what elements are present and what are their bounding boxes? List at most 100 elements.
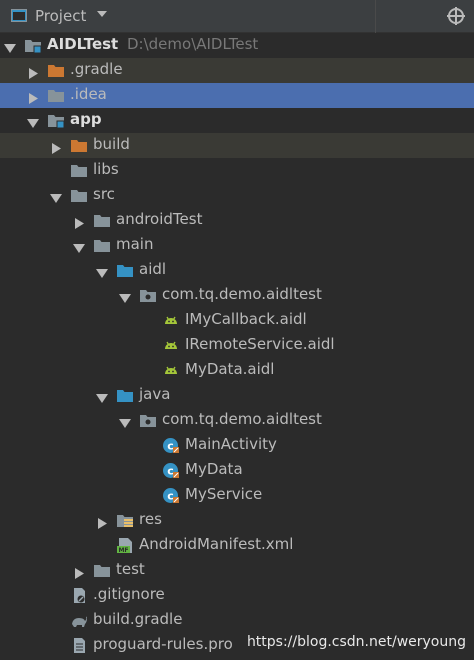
expanded-arrow-icon[interactable] <box>73 240 85 253</box>
svg-text:c: c <box>167 465 174 478</box>
tree-row-mydata-aidl[interactable]: MyData.aidl <box>0 358 474 383</box>
watermark: https://blog.csdn.net/weryoung <box>246 634 466 650</box>
tree-row-myservice[interactable]: c MyService <box>0 483 474 508</box>
tree-row-label: res <box>139 510 162 528</box>
folder-icon <box>47 87 65 104</box>
tree-row-main[interactable]: main <box>0 233 474 258</box>
expanded-arrow-icon[interactable] <box>96 265 108 278</box>
tree-row-label: AndroidManifest.xml <box>139 535 294 553</box>
tree-row-aidltest[interactable]: AIDLTest D:\demo\AIDLTest <box>0 33 474 58</box>
expanded-arrow-icon[interactable] <box>50 190 62 203</box>
tree-row-label: main <box>116 235 154 253</box>
tree-row-mydata[interactable]: c MyData <box>0 458 474 483</box>
orange-folder-icon <box>47 62 65 79</box>
class-icon: c <box>162 437 180 454</box>
folder-icon <box>93 562 111 579</box>
tree-row-label: test <box>116 560 145 578</box>
tree-row-label: libs <box>93 160 119 178</box>
tree-row-label: com.tq.demo.aidltest <box>162 410 322 428</box>
tree-row-gitignore[interactable]: .gitignore <box>0 583 474 608</box>
tree-row-label: MainActivity <box>185 435 277 453</box>
expanded-arrow-icon[interactable] <box>4 40 16 53</box>
orange-folder-icon <box>70 137 88 154</box>
gradle-icon <box>70 612 88 629</box>
tree-row-iremoteservice-aidl[interactable]: IRemoteService.aidl <box>0 333 474 358</box>
package-icon <box>139 412 157 429</box>
expanded-arrow-icon[interactable] <box>96 390 108 403</box>
module-folder-icon <box>24 37 42 54</box>
tree-row-label: AIDLTest <box>47 35 119 53</box>
locate-target-icon[interactable] <box>446 6 466 26</box>
project-window-icon <box>11 9 27 22</box>
collapsed-arrow-icon[interactable] <box>50 140 62 154</box>
folder-icon <box>93 237 111 254</box>
project-path: D:\demo\AIDLTest <box>127 35 259 53</box>
file-icon <box>70 637 88 654</box>
tree-row-build[interactable]: build <box>0 133 474 158</box>
tree-row-label: .gradle <box>70 60 123 78</box>
tree-row-res[interactable]: res <box>0 508 474 533</box>
class-icon: c <box>162 462 180 479</box>
tree-row-label: MyService <box>185 485 263 503</box>
tree-row-label: proguard-rules.pro <box>93 635 233 653</box>
res-folder-icon <box>116 512 134 529</box>
expanded-arrow-icon[interactable] <box>119 415 131 428</box>
tree-row-gradle[interactable]: .gradle <box>0 58 474 83</box>
android-icon <box>162 337 180 354</box>
folder-icon <box>70 187 88 204</box>
folder-icon <box>93 212 111 229</box>
panel-title[interactable]: Project <box>35 7 86 25</box>
tree-row-label: .idea <box>70 85 107 103</box>
tree-row-label: IRemoteService.aidl <box>185 335 335 353</box>
tree-row-label: com.tq.demo.aidltest <box>162 285 322 303</box>
tree-row-com-tq-demo-aidltest[interactable]: com.tq.demo.aidltest <box>0 408 474 433</box>
tree-row-imycallback-aidl[interactable]: IMyCallback.aidl <box>0 308 474 333</box>
class-icon: c <box>162 487 180 504</box>
collapsed-arrow-icon[interactable] <box>27 65 39 79</box>
module-folder-icon <box>47 112 65 129</box>
tree-row-label: app <box>70 110 102 128</box>
tree-row-build-gradle[interactable]: build.gradle <box>0 608 474 633</box>
android-icon <box>162 362 180 379</box>
tree-row-java[interactable]: java <box>0 383 474 408</box>
tree-row-label: aidl <box>139 260 167 278</box>
tree-row-mainactivity[interactable]: c MainActivity <box>0 433 474 458</box>
header-divider <box>375 0 376 33</box>
tree-row-label: MyData <box>185 460 243 478</box>
blue-folder-icon <box>116 262 134 279</box>
android-icon <box>162 312 180 329</box>
expanded-arrow-icon[interactable] <box>27 115 39 128</box>
tree-row-androidmanifest-xml[interactable]: MF AndroidManifest.xml <box>0 533 474 558</box>
svg-text:c: c <box>167 490 174 503</box>
manifest-icon: MF <box>116 537 134 554</box>
project-panel-header: Project <box>0 0 474 33</box>
collapsed-arrow-icon[interactable] <box>96 515 108 529</box>
collapsed-arrow-icon[interactable] <box>73 215 85 229</box>
tree-row-libs[interactable]: libs <box>0 158 474 183</box>
blue-folder-icon <box>116 387 134 404</box>
folder-icon <box>70 162 88 179</box>
tree-row-label: MyData.aidl <box>185 360 275 378</box>
expanded-arrow-icon[interactable] <box>119 290 131 303</box>
svg-text:MF: MF <box>118 547 128 554</box>
tree-row-label: java <box>139 385 171 403</box>
package-icon <box>139 287 157 304</box>
svg-text:c: c <box>167 440 174 453</box>
tree-row-app[interactable]: app <box>0 108 474 133</box>
collapsed-arrow-icon[interactable] <box>27 90 39 104</box>
tree-row-androidtest[interactable]: androidTest <box>0 208 474 233</box>
tree-row-idea[interactable]: .idea <box>0 83 474 108</box>
collapsed-arrow-icon[interactable] <box>73 565 85 579</box>
gitignore-icon <box>70 587 88 604</box>
tree-row-label: build.gradle <box>93 610 183 628</box>
tree-row-src[interactable]: src <box>0 183 474 208</box>
tree-row-com-tq-demo-aidltest[interactable]: com.tq.demo.aidltest <box>0 283 474 308</box>
tree-row-label: src <box>93 185 115 203</box>
tree-row-label: .gitignore <box>93 585 165 603</box>
tree-row-label: build <box>93 135 130 153</box>
chevron-down-icon[interactable] <box>97 11 107 18</box>
tree-row-test[interactable]: test <box>0 558 474 583</box>
tree-row-aidl[interactable]: aidl <box>0 258 474 283</box>
tree-row-label: androidTest <box>116 210 203 228</box>
tree-row-label: IMyCallback.aidl <box>185 310 307 328</box>
